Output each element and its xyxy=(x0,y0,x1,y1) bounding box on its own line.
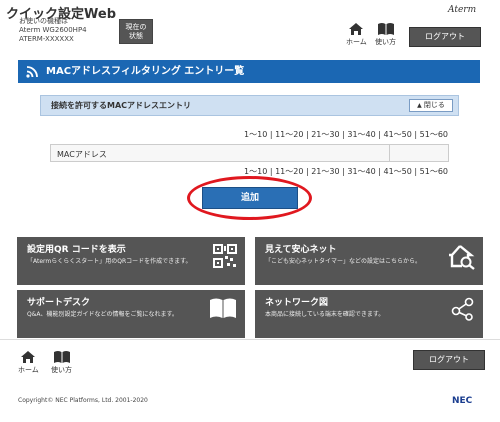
manual-nav[interactable]: 使い方 xyxy=(375,22,396,47)
network-icon xyxy=(451,297,474,321)
wifi-icon xyxy=(26,66,38,78)
page-link[interactable]: 51～60 xyxy=(420,130,448,139)
manual-label: 使い方 xyxy=(51,366,72,374)
page-link[interactable]: 31～40 xyxy=(347,130,375,139)
device-serial: ATERM-XXXXXX xyxy=(19,35,74,43)
copyright-text: Copyright© NEC Platforms, Ltd. 2001-2020 xyxy=(18,397,148,404)
tile-mieru-anshin[interactable]: 見えて安心ネット 「こども安心ネットタイマー」などの設定はこちらから。 xyxy=(255,237,483,285)
page-link[interactable]: 51～60 xyxy=(420,167,448,176)
status-button-line1: 現在の xyxy=(125,23,147,31)
section-header: MACアドレスフィルタリング エントリー覧 xyxy=(18,60,480,83)
tile-title: 設定用QR コードを表示 xyxy=(27,245,126,255)
device-label: お使いの機種は xyxy=(19,17,68,25)
home-label: ホーム xyxy=(346,38,367,46)
page-link[interactable]: 41～50 xyxy=(384,130,412,139)
book-icon xyxy=(377,23,394,35)
table-header-mac: MACアドレス xyxy=(57,150,107,159)
page-link[interactable]: 21～30 xyxy=(311,130,339,139)
tile-title: 見えて安心ネット xyxy=(265,245,337,255)
tile-qr-code[interactable]: 設定用QR コードを表示 「Atermらくらくスタート」用のQRコードを作成でき… xyxy=(17,237,245,285)
chevron-up-icon: ▲ xyxy=(417,102,422,109)
page-link[interactable]: 1～10 xyxy=(244,130,267,139)
pagination-top: 1～10 | 11～20 | 21～30 | 31～40 | 41～50 | 5… xyxy=(244,130,448,139)
book-icon xyxy=(210,298,236,318)
tile-desc: 本商品に接続している端末を確認できます。 xyxy=(265,311,385,318)
footer-home-nav[interactable]: ホーム xyxy=(18,350,39,375)
entry-panel-header: 接続を許可するMACアドレスエントリ ▲ 閉じる xyxy=(40,95,459,116)
nec-logo: NEC xyxy=(452,396,473,406)
tile-desc: Q&A、機能別設定ガイドなどの情報をご覧になれます。 xyxy=(27,311,178,318)
home-nav[interactable]: ホーム xyxy=(346,22,367,47)
tile-network-map[interactable]: ネットワーク図 本商品に接続している端末を確認できます。 xyxy=(255,290,483,338)
tile-desc: 「こども安心ネットタイマー」などの設定はこちらから。 xyxy=(265,258,422,265)
tile-title: サポートデスク xyxy=(27,298,91,308)
qr-code-icon xyxy=(213,244,237,268)
panel-title: 接続を許可するMACアドレスエントリ xyxy=(51,101,192,110)
tile-support-desk[interactable]: サポートデスク Q&A、機能別設定ガイドなどの情報をご覧になれます。 xyxy=(17,290,245,338)
footer-manual-nav[interactable]: 使い方 xyxy=(51,350,72,375)
page-link[interactable]: 1～10 xyxy=(244,167,267,176)
aterm-logo: Aterm xyxy=(448,5,477,15)
highlight-circle xyxy=(187,176,312,220)
close-panel-button[interactable]: ▲ 閉じる xyxy=(409,99,453,112)
page-link[interactable]: 11～20 xyxy=(275,167,303,176)
logout-button[interactable]: ログアウト xyxy=(409,27,481,47)
mac-address-table: MACアドレス xyxy=(50,144,449,162)
book-icon xyxy=(53,351,70,363)
current-status-button[interactable]: 現在の 状態 xyxy=(119,19,153,44)
pagination-bottom: 1～10 | 11～20 | 21～30 | 31～40 | 41～50 | 5… xyxy=(244,167,448,176)
home-label: ホーム xyxy=(18,366,39,374)
device-info: お使いの機種は Aterm WG2600HP4 ATERM-XXXXXX xyxy=(19,17,87,44)
page-link[interactable]: 41～50 xyxy=(384,167,412,176)
close-label: 閉じる xyxy=(423,101,445,109)
manual-label: 使い方 xyxy=(375,38,396,46)
table-divider xyxy=(389,145,390,161)
house-search-icon xyxy=(449,245,475,270)
home-icon xyxy=(21,351,36,363)
tile-desc: 「Atermらくらくスタート」用のQRコードを作成できます。 xyxy=(27,258,192,265)
page-link[interactable]: 21～30 xyxy=(311,167,339,176)
page-link[interactable]: 31～40 xyxy=(347,167,375,176)
device-model: Aterm WG2600HP4 xyxy=(19,26,87,34)
tile-title: ネットワーク図 xyxy=(265,298,329,308)
page-link[interactable]: 11～20 xyxy=(275,130,303,139)
footer-logout-button[interactable]: ログアウト xyxy=(413,350,485,370)
section-title: MACアドレスフィルタリング エントリー覧 xyxy=(46,66,245,77)
footer-divider xyxy=(0,339,500,340)
home-icon xyxy=(349,23,364,35)
status-button-line2: 状態 xyxy=(129,32,143,40)
